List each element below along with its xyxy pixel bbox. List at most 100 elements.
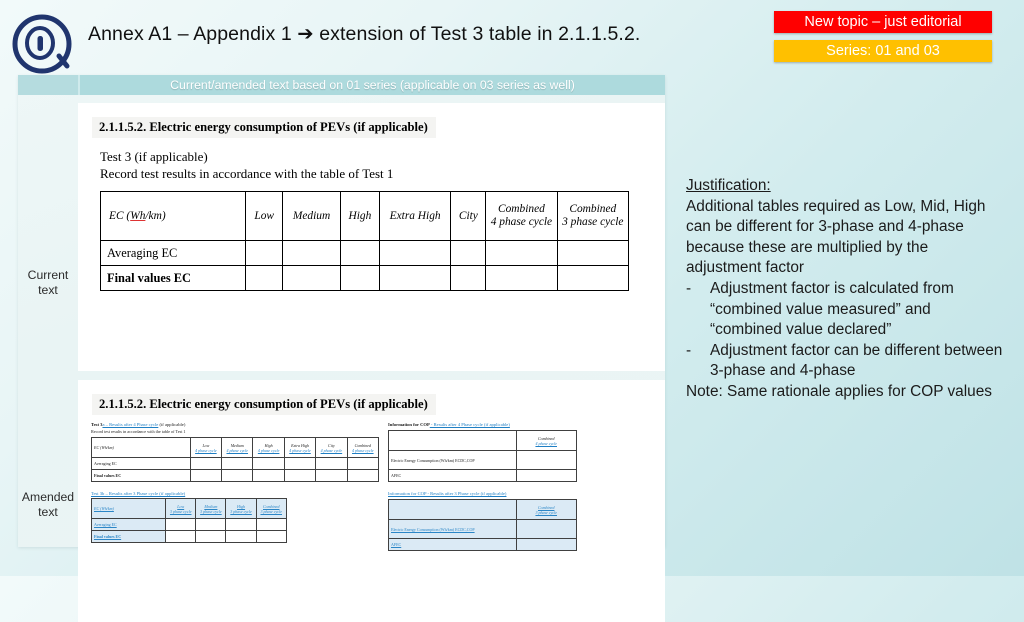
title-static: Test 3: [91, 422, 103, 427]
header-top: EC (Wh/km): [94, 445, 114, 450]
amended-left-tables: Test 3a – Results after 4 Phase cycle (i…: [90, 422, 380, 543]
cop-table-3-phase: Combined 3 phase cycle Electric Energy C…: [388, 499, 577, 551]
content-panel: Current/amended text based on 01 series …: [18, 75, 665, 622]
header-cell-ec: EC (Wh/km): [99, 191, 247, 241]
header-bottom: 3 phase cycle: [200, 508, 222, 514]
header-top: Low: [254, 209, 275, 222]
cell-empty: [189, 457, 223, 470]
status-badge-topic: New topic – just editorial: [774, 11, 992, 33]
row-label-af-ec: AFEC: [388, 469, 517, 482]
row-label-averaging-ec: Averaging EC: [99, 240, 247, 266]
cell-empty: [225, 530, 257, 543]
panel-header-band: Current/amended text based on 01 series …: [18, 75, 665, 95]
row-label-electric-energy-consumption: Electric Energy Consumption (Wh/km) ECDC…: [388, 519, 517, 539]
row-label-electric-energy-consumption: Electric Energy Consumption (Wh/km) ECDC…: [388, 450, 517, 470]
page-title: Annex A1 – Appendix 1 ➔ extension of Tes…: [88, 23, 641, 45]
header-top: Extra High: [389, 209, 441, 222]
header-bottom: 3 phase cycle: [562, 216, 624, 228]
current-section-heading: 2.1.1.5.2. Electric energy consumption o…: [92, 117, 436, 138]
cell-empty: [485, 265, 558, 291]
current-document-body: Test 3 (if applicable) Record test resul…: [99, 148, 665, 291]
title-inserted: - Results after 4 Phase cycle (if applic…: [429, 422, 510, 427]
header-cell-high: High 3 phase cycle: [225, 498, 257, 519]
header-cell-medium: Medium 4 phase cycle: [221, 437, 254, 458]
header-cell-medium: Medium: [282, 191, 342, 241]
cell-empty: [252, 469, 285, 482]
cell-empty: [378, 240, 452, 266]
cell-empty: [255, 530, 287, 543]
header-top: High: [348, 209, 372, 222]
header-bottom: 3 phase cycle: [230, 508, 252, 514]
current-text-card: 2.1.1.5.2. Electric energy consumption o…: [78, 103, 665, 371]
table-row: AFEC: [388, 538, 577, 551]
list-item: - Adjustment factor can be different betw…: [686, 341, 1006, 382]
current-line-1: Test 3 (if applicable): [100, 149, 208, 164]
table-row: Final values EC: [90, 530, 287, 543]
header-cell-combined: Combined 3 phase cycle: [255, 498, 287, 519]
header-cell-combined-3: Combined 3 phase cycle: [515, 499, 577, 520]
row-label-current-text: Current text: [27, 268, 69, 297]
cell-empty: [252, 457, 285, 470]
cop-a-title: Information for COP - Results after 4 Ph…: [388, 422, 650, 428]
cell-empty: [165, 518, 197, 531]
header-cell-high: High 4 phase cycle: [252, 437, 285, 458]
row-label-final-values-ec: Final values EC: [91, 469, 191, 482]
justification-block: Justification: Additional tables require…: [686, 176, 1006, 403]
title-tail: (if applicable): [158, 422, 186, 427]
justification-note: Note: Same rationale applies for COP val…: [686, 382, 992, 400]
header-top: Combined: [569, 203, 617, 215]
justification-bullets: - Adjustment factor is calculated from “c…: [686, 279, 1006, 382]
table-row: Averaging EC: [99, 240, 630, 266]
list-item-text: Adjustment factor can be different betwe…: [710, 341, 1003, 380]
justification-paragraph: Additional tables required as Low, Mid, …: [686, 197, 986, 277]
cell-empty: [315, 469, 348, 482]
cell-empty: [255, 518, 287, 531]
header-cell-ec: EC (Wh/km): [90, 498, 167, 519]
cell-empty: [450, 265, 487, 291]
current-test3-table: EC (Wh/km) Low Medium High Extra High Ci…: [99, 191, 630, 291]
header-bottom: 4 phase cycle: [352, 447, 374, 453]
cell-empty: [556, 240, 630, 266]
amended-table-a-subtitle: Record test results in accordance with t…: [91, 429, 186, 434]
row-label-text: Electric Energy Consumption (Wh/km) ECDC…: [391, 526, 475, 532]
row-label-text: Final values EC: [94, 534, 122, 539]
header-bottom: 4 phase cycle: [195, 447, 217, 453]
cell-empty: [245, 265, 284, 291]
amended-table-b-title: Test 3b – Results after 3 Phase cycle (i…: [91, 491, 186, 496]
table-row: Electric Energy Consumption (Wh/km) ECDC…: [388, 519, 577, 539]
at-sign-circle-icon: [12, 14, 72, 74]
header-bottom: 4 phase cycle: [257, 447, 280, 453]
header-top: EC (Wh/km): [94, 506, 114, 511]
header-cell-blank: [388, 430, 517, 451]
header-cell-low: Low 4 phase cycle: [189, 437, 223, 458]
header-bottom: 4 phase cycle: [490, 216, 553, 228]
cell-empty: [378, 265, 452, 291]
cell-empty: [340, 265, 380, 291]
header-cell-high: High: [340, 191, 380, 241]
table-row: Electric Energy Consumption (Wh/km) ECDC…: [388, 450, 577, 470]
header-cell-combined-4: Combined 4 phase cycle: [485, 191, 558, 241]
row-label-final-values-ec: Final values EC: [99, 265, 247, 291]
title-inserted: a – Results after 4 Phase cycle: [102, 422, 159, 427]
header-top: Medium: [292, 209, 331, 222]
row-label-amended-text: Amended text: [21, 490, 75, 519]
table-row: Final values EC: [99, 265, 630, 291]
row-label-averaging-ec: Averaging EC: [91, 457, 191, 470]
cell-empty: [556, 265, 630, 291]
cell-empty: [189, 469, 223, 482]
header-bottom: 4 phase cycle: [535, 440, 557, 446]
cell-empty: [515, 519, 577, 539]
cell-empty: [282, 265, 342, 291]
cop-table-4-phase: Combined 4 phase cycle Electric Energy C…: [388, 430, 577, 482]
table-header-row: EC (Wh/km) Low 4 phase cycle Medium 4 phas…: [91, 437, 380, 458]
cell-empty: [282, 240, 342, 266]
cop-b-title: Information for COP - Results after 3 Ph…: [388, 491, 507, 496]
cell-empty: [515, 469, 577, 482]
title-static: Information for COP: [388, 422, 430, 427]
cell-empty: [245, 240, 284, 266]
amended-cop-tables: Information for COP - Results after 4 Ph…: [388, 422, 650, 551]
header-cell-medium: Medium 3 phase cycle: [195, 498, 227, 519]
row-label-averaging-ec: Averaging EC: [90, 518, 167, 531]
cell-empty: [346, 469, 380, 482]
cell-empty: [283, 457, 317, 470]
